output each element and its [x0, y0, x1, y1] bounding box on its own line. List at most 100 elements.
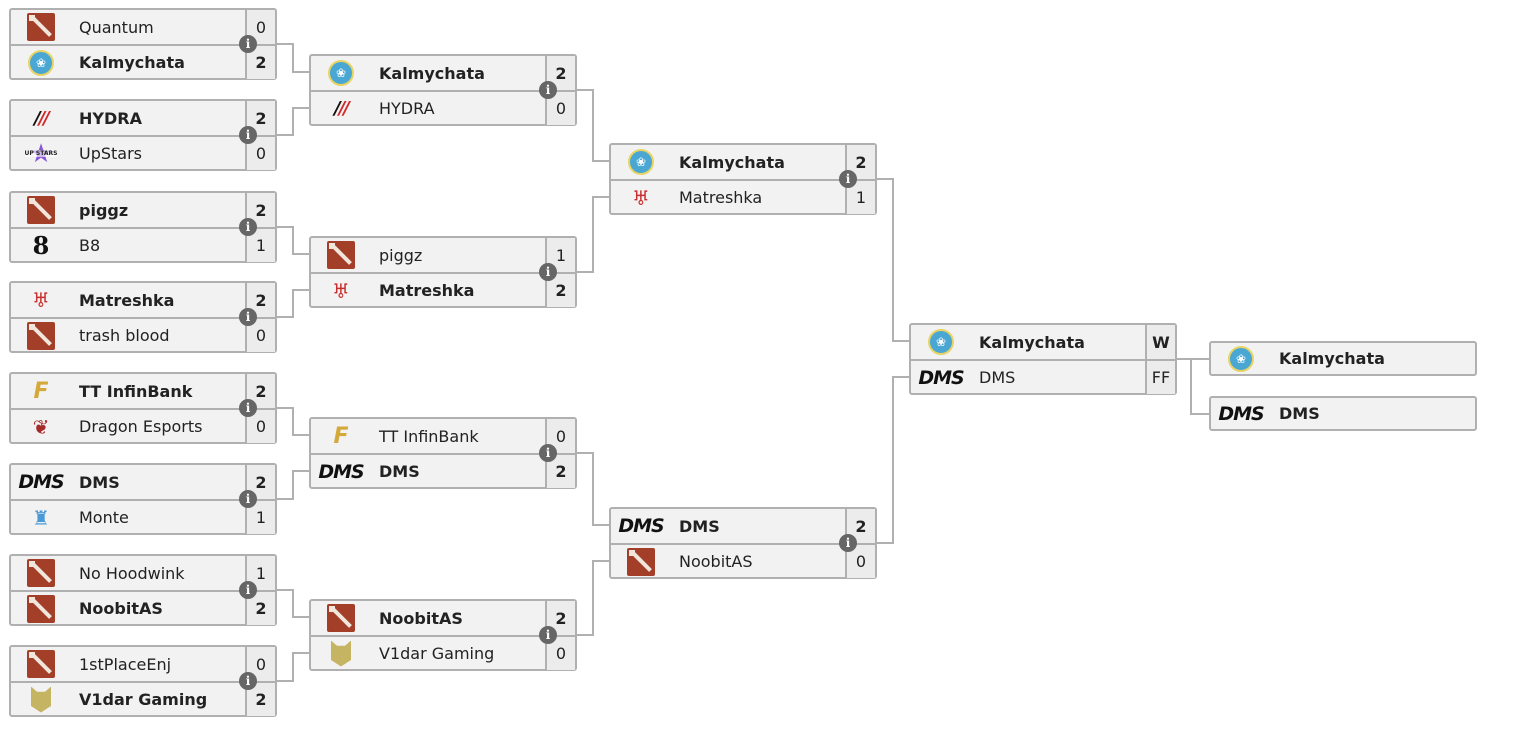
team-row[interactable]: ///HYDRA 0 — [311, 91, 575, 125]
team-name[interactable]: Kalmychata — [1271, 349, 1475, 368]
match-info-icon[interactable]: i — [539, 626, 557, 644]
team-name[interactable]: DMS — [371, 462, 545, 481]
match-info-icon[interactable]: i — [839, 534, 857, 552]
team-row[interactable]: ///HYDRA 2 — [11, 101, 275, 136]
bracket-connector-line — [1190, 358, 1192, 415]
team-name[interactable]: piggz — [371, 246, 545, 265]
team-name[interactable]: Dragon Esports — [71, 417, 245, 436]
team-name[interactable]: Kalmychata — [971, 333, 1145, 352]
match-info-icon[interactable]: i — [239, 581, 257, 599]
dms-logo: DMS — [611, 509, 671, 543]
team-row[interactable]: trash blood 0 — [11, 318, 275, 352]
team-name[interactable]: DMS — [671, 517, 845, 536]
team-row[interactable]: V1dar Gaming 0 — [311, 636, 575, 670]
dota-icon-glyph — [27, 196, 55, 224]
team-name[interactable]: Matreshka — [71, 291, 245, 310]
team-name[interactable]: UpStars — [71, 144, 245, 163]
match-info-icon[interactable]: i — [539, 263, 557, 281]
match-info-icon[interactable]: i — [239, 399, 257, 417]
match-info-icon[interactable]: i — [839, 170, 857, 188]
team-row[interactable]: Quantum 0 — [11, 10, 275, 45]
hydra-logo: /// — [311, 92, 371, 126]
team-name[interactable]: Kalmychata — [371, 64, 545, 83]
team-row[interactable]: No Hoodwink 1 — [11, 556, 275, 591]
team-name[interactable]: NoobitAS — [671, 552, 845, 571]
team-row[interactable]: DMS DMS 2 — [311, 454, 575, 488]
match-info-icon[interactable]: i — [239, 218, 257, 236]
team-name[interactable]: NoobitAS — [71, 599, 245, 618]
match-info-icon[interactable]: i — [239, 35, 257, 53]
team-name[interactable]: HYDRA — [71, 109, 245, 128]
team-row[interactable]: ❦ Dragon Esports 0 — [11, 409, 275, 443]
team-name[interactable]: trash blood — [71, 326, 245, 345]
kalmychata-logo-glyph: ❀ — [928, 329, 954, 355]
bracket-connector-line — [292, 407, 294, 436]
hydra-logo: /// — [11, 101, 71, 135]
bracket-connector-line — [292, 289, 309, 291]
matreshka-logo: ♅ — [611, 181, 671, 215]
team-name[interactable]: Kalmychata — [671, 153, 845, 172]
match-info-icon[interactable]: i — [239, 308, 257, 326]
team-name[interactable]: Monte — [71, 508, 245, 527]
match-info-icon[interactable]: i — [239, 490, 257, 508]
team-row[interactable]: 8 B8 1 — [11, 228, 275, 262]
team-row[interactable]: ❀ Kalmychata 2 — [611, 145, 875, 180]
dms-logo-glyph: DMS — [318, 460, 364, 483]
team-row[interactable]: ♅ Matreshka 1 — [611, 180, 875, 214]
dms-logo: DMS — [311, 455, 371, 489]
team-row[interactable]: NoobitAS 2 — [11, 591, 275, 625]
team-name[interactable]: Quantum — [71, 18, 245, 37]
dota-icon — [11, 592, 71, 626]
team-row[interactable]: ❀ Kalmychata 2 — [311, 56, 575, 91]
team-row[interactable]: F TT InfinBank 2 — [11, 374, 275, 409]
placement-runner-up[interactable]: DMS DMS — [1209, 396, 1477, 431]
team-name[interactable]: V1dar Gaming — [71, 690, 245, 709]
team-name[interactable]: DMS — [1271, 404, 1475, 423]
team-name[interactable]: DMS — [971, 368, 1145, 387]
dota-icon-glyph — [27, 594, 55, 623]
team-row[interactable]: piggz 2 — [11, 193, 275, 228]
team-row[interactable]: NoobitAS 0 — [611, 544, 875, 578]
team-name[interactable]: TT InfinBank — [371, 427, 545, 446]
team-row[interactable]: V1dar Gaming 2 — [11, 682, 275, 716]
team-name[interactable]: Matreshka — [671, 188, 845, 207]
match-info-icon[interactable]: i — [239, 672, 257, 690]
team-name[interactable]: B8 — [71, 236, 245, 255]
dota-icon-glyph — [27, 321, 55, 350]
dota-icon-glyph — [627, 547, 655, 576]
team-name[interactable]: Matreshka — [371, 281, 545, 300]
match-info-icon[interactable]: i — [239, 126, 257, 144]
team-row[interactable]: NoobitAS 2 — [311, 601, 575, 636]
team-name[interactable]: HYDRA — [371, 99, 545, 118]
team-name[interactable]: piggz — [71, 201, 245, 220]
team-row[interactable]: DMS DMS 2 — [11, 465, 275, 500]
team-row[interactable]: ♅ Matreshka 2 — [11, 283, 275, 318]
dota-icon-glyph — [27, 13, 55, 41]
team-name[interactable]: No Hoodwink — [71, 564, 245, 583]
team-row[interactable]: ❀ Kalmychata W — [911, 325, 1175, 360]
team-row[interactable]: ❀ Kalmychata 2 — [11, 45, 275, 79]
bracket-connector-line — [1190, 413, 1209, 415]
team-name[interactable]: Kalmychata — [71, 53, 245, 72]
match-card: ❀ Kalmychata 2 ♅ Matreshka 1 i — [609, 143, 877, 215]
dota-icon — [11, 319, 71, 353]
team-name[interactable]: DMS — [71, 473, 245, 492]
team-row[interactable]: F TT InfinBank 0 — [311, 419, 575, 454]
match-card: F TT InfinBank 2 ❦ Dragon Esports 0 i — [9, 372, 277, 444]
team-row[interactable]: DMS DMS FF — [911, 360, 1175, 394]
team-row[interactable]: ★UP STARSUpStars0 — [11, 136, 275, 170]
team-row[interactable]: ♜ Monte 1 — [11, 500, 275, 534]
team-name[interactable]: NoobitAS — [371, 609, 545, 628]
match-card: piggz 2 8 B8 1 i — [9, 191, 277, 263]
team-row[interactable]: ♅ Matreshka 2 — [311, 273, 575, 307]
kalmychata-logo-glyph: ❀ — [328, 60, 354, 86]
team-row[interactable]: 1stPlaceEnj 0 — [11, 647, 275, 682]
team-name[interactable]: V1dar Gaming — [371, 644, 545, 663]
match-info-icon[interactable]: i — [539, 444, 557, 462]
team-row[interactable]: DMS DMS 2 — [611, 509, 875, 544]
match-info-icon[interactable]: i — [539, 81, 557, 99]
team-name[interactable]: TT InfinBank — [71, 382, 245, 401]
team-row[interactable]: piggz 1 — [311, 238, 575, 273]
team-name[interactable]: 1stPlaceEnj — [71, 655, 245, 674]
placement-winner[interactable]: ❀ Kalmychata — [1209, 341, 1477, 376]
